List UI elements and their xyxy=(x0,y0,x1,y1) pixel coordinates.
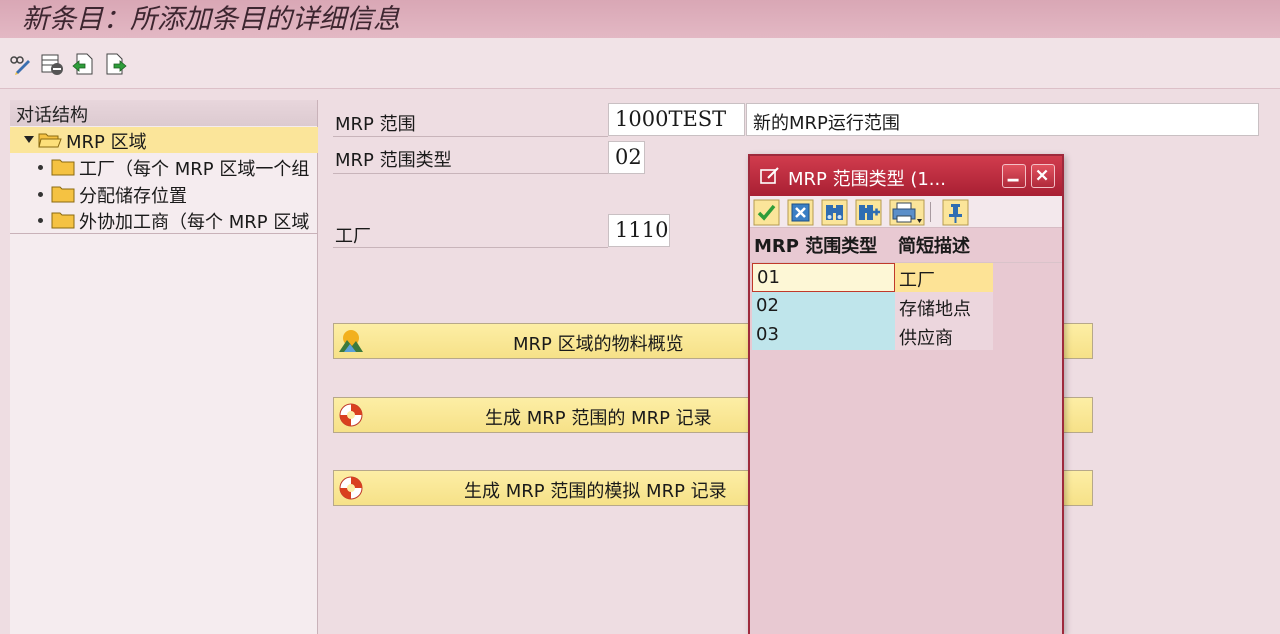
lifebuoy-icon xyxy=(339,476,363,500)
expand-triangle-icon[interactable] xyxy=(24,136,34,143)
folder-icon xyxy=(51,186,75,203)
tree-label: 分配储存位置 xyxy=(79,186,187,207)
dialog-title-bar[interactable]: MRP 范围类型 (1... xyxy=(750,156,1062,196)
tree-label: 外协加工商（每个 MRP 区域 xyxy=(79,212,310,233)
button-label: 生成 MRP 范围的模拟 MRP 记录 xyxy=(464,481,727,502)
description-cell[interactable]: 存储地点 xyxy=(895,292,993,321)
folder-icon xyxy=(51,212,75,229)
divider xyxy=(333,247,608,248)
print-icon[interactable] xyxy=(889,199,925,226)
type-cell[interactable]: 01 xyxy=(752,263,895,292)
tree-node-storage-location[interactable]: 分配储存位置 xyxy=(10,181,318,207)
change-display-icon[interactable] xyxy=(8,52,32,76)
bullet-icon xyxy=(38,218,43,223)
mrp-area-description: 新的MRP运行范围 xyxy=(746,103,1259,136)
tree-label: MRP 区域 xyxy=(66,132,147,153)
minimize-icon xyxy=(1007,178,1019,182)
material-overview-icon xyxy=(339,330,363,352)
tree-header: 对话结构 xyxy=(10,100,317,126)
close-button[interactable] xyxy=(1031,164,1055,188)
type-cell[interactable]: 02 xyxy=(752,292,895,321)
divider xyxy=(333,173,608,174)
cancel-icon[interactable] xyxy=(787,199,814,226)
button-label: 生成 MRP 范围的 MRP 记录 xyxy=(485,408,712,429)
plant-field[interactable]: 1110 xyxy=(608,214,670,247)
bullet-icon xyxy=(38,192,43,197)
title-bar: 新条目：所添加条目的详细信息 xyxy=(0,0,1280,38)
description-cell[interactable]: 工厂 xyxy=(895,263,993,292)
minimize-button[interactable] xyxy=(1002,164,1026,188)
mrp-area-field[interactable]: 1000TEST xyxy=(608,103,745,136)
close-icon xyxy=(1036,169,1048,181)
type-cell[interactable]: 03 xyxy=(752,321,895,350)
tree-node-subcontractor[interactable]: 外协加工商（每个 MRP 区域 xyxy=(10,207,318,233)
tree-label: 工厂（每个 MRP 区域一个组 xyxy=(79,159,310,180)
plant-label: 工厂 xyxy=(335,226,371,247)
tree-node-mrp-area[interactable]: MRP 区域 xyxy=(10,127,318,153)
column-header-type[interactable]: MRP 范围类型 xyxy=(754,232,877,258)
dialog-structure-panel: 对话结构 MRP 区域 工厂（每个 MRP 区域一个组 分配储存位置 外协加工商… xyxy=(10,100,318,634)
folder-open-icon xyxy=(38,133,62,148)
button-label: MRP 区域的物料概览 xyxy=(513,334,684,355)
dialog-toolbar xyxy=(750,196,1062,228)
folder-icon xyxy=(51,159,75,176)
window-title: 新条目：所添加条目的详细信息 xyxy=(22,4,400,35)
dialog-title: MRP 范围类型 (1... xyxy=(788,169,946,190)
description-cell[interactable]: 供应商 xyxy=(895,321,993,350)
mrp-area-type-label: MRP 范围类型 xyxy=(335,150,452,171)
divider xyxy=(333,136,608,137)
tree-node-plant[interactable]: 工厂（每个 MRP 区域一个组 xyxy=(10,154,318,180)
previous-entry-icon[interactable] xyxy=(71,52,95,76)
edit-window-icon xyxy=(760,167,779,184)
column-header-description[interactable]: 简短描述 xyxy=(898,232,970,258)
divider xyxy=(10,233,318,234)
pin-icon[interactable] xyxy=(942,199,969,226)
application-toolbar xyxy=(0,38,1280,89)
divider xyxy=(930,202,931,222)
bullet-icon xyxy=(38,165,43,170)
delete-row-icon[interactable] xyxy=(40,52,64,76)
confirm-icon[interactable] xyxy=(753,199,780,226)
lifebuoy-icon xyxy=(339,403,363,427)
value-help-dialog: MRP 范围类型 (1... MRP 范围类型 简短描述 01 工厂 02 存储… xyxy=(748,154,1064,634)
next-entry-icon[interactable] xyxy=(104,52,128,76)
mrp-area-type-field[interactable]: 02 xyxy=(608,141,645,174)
find-next-icon[interactable] xyxy=(855,199,882,226)
mrp-area-label: MRP 范围 xyxy=(335,114,416,135)
find-icon[interactable] xyxy=(821,199,848,226)
